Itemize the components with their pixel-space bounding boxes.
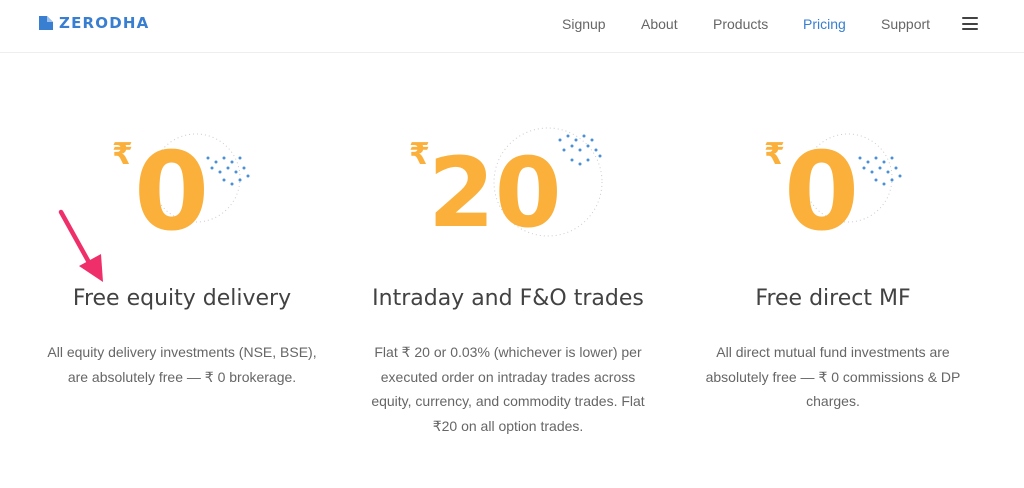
description-line: All direct mutual fund investments are (716, 344, 950, 360)
price-amount-3: 0 (784, 130, 859, 255)
description-line: Flat ₹ 20 or 0.03% (whichever is lower) … (374, 344, 642, 360)
currency-symbol-2: ₹ (409, 137, 430, 172)
card-title-equity: Free equity delivery (72, 286, 292, 311)
card-description-equity: All equity delivery investments (NSE, BS… (12, 340, 352, 389)
description-line: absolutely free — ₹ 0 commissions & DP (705, 368, 961, 385)
currency-symbol-3: ₹ (764, 137, 785, 172)
currency-symbol-1: ₹ (112, 137, 133, 172)
price-amount-1: 0 (134, 130, 209, 255)
card-title-direct-mf: Free direct MF (755, 286, 911, 311)
card-title-intraday: Intraday and F&O trades (372, 286, 644, 311)
price-amount-2: 20 (428, 137, 562, 249)
description-line: equity, currency, and commodity trades. … (371, 393, 645, 409)
description-line: All equity delivery investments (NSE, BS… (47, 344, 317, 360)
annotation-arrow-icon (58, 209, 103, 282)
card-description-direct-mf: All direct mutual fund investments are a… (673, 340, 993, 414)
description-line: charges. (806, 393, 860, 409)
description-line: executed order on intraday trades across (380, 368, 636, 385)
description-line: are absolutely free — ₹ 0 brokerage. (67, 368, 297, 385)
description-line: ₹20 on all option trades. (432, 417, 584, 434)
card-description-intraday: Flat ₹ 20 or 0.03% (whichever is lower) … (348, 340, 668, 438)
